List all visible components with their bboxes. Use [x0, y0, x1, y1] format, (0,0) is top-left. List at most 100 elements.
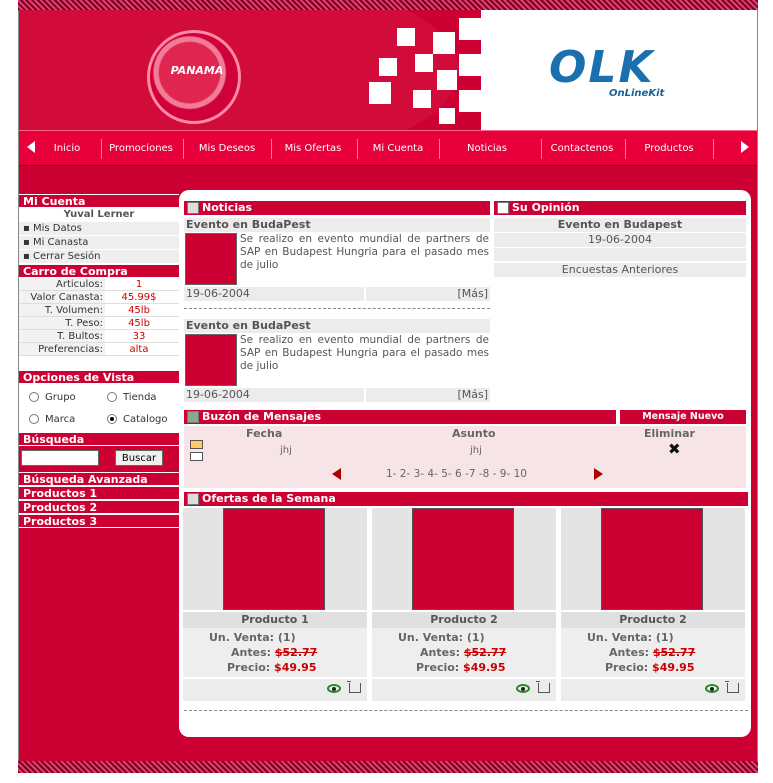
- view-option-marca[interactable]: Marca: [19, 414, 97, 425]
- nav-item-mi-cuenta[interactable]: Mi Cuenta: [359, 141, 437, 157]
- delete-icon[interactable]: ✖: [668, 440, 681, 458]
- previous-surveys-link[interactable]: Encuestas Anteriores: [494, 263, 746, 277]
- newspaper-icon: [187, 202, 199, 214]
- nav-prev-arrow-icon[interactable]: [27, 141, 35, 153]
- nav-item-inicio[interactable]: Inicio: [39, 141, 95, 157]
- bottom-stripe: [18, 761, 758, 773]
- cart-row-valor: Valor Canasta: 45.99$: [19, 291, 179, 304]
- old-price: $52.77: [463, 646, 507, 659]
- decor-square: [459, 54, 481, 76]
- cart-icon[interactable]: [725, 681, 739, 693]
- product-name[interactable]: Producto 2: [372, 612, 556, 628]
- nav-separator: [713, 139, 714, 159]
- nav-item-contactenos[interactable]: Contactenos: [543, 141, 621, 157]
- news-image[interactable]: [185, 334, 237, 386]
- search-section-title: Búsqueda: [19, 432, 179, 446]
- nav-item-mis-deseos[interactable]: Mis Deseos: [185, 141, 269, 157]
- prev-page-arrow-icon[interactable]: [332, 468, 341, 480]
- view-option-grupo[interactable]: Grupo: [19, 392, 97, 403]
- radio-selected-icon[interactable]: [107, 414, 117, 424]
- messages-section-title: Buzón de Mensajes: [184, 410, 616, 424]
- link-productos-2[interactable]: Productos 2: [19, 500, 179, 514]
- cart-section-title: Carro de Compra: [19, 264, 179, 278]
- product-name[interactable]: Producto 1: [183, 612, 367, 628]
- nav-item-mis-ofertas[interactable]: Mis Ofertas: [273, 141, 353, 157]
- decor-square: [379, 58, 397, 76]
- link-productos-1[interactable]: Productos 1: [19, 486, 179, 500]
- message-fecha[interactable]: jhj: [280, 445, 292, 456]
- cart-icon[interactable]: [536, 681, 550, 693]
- nav-item-promociones[interactable]: Promociones: [103, 141, 179, 157]
- link-busqueda-avanzada[interactable]: Búsqueda Avanzada: [19, 472, 179, 486]
- radio-icon[interactable]: [29, 392, 39, 402]
- opinion-headline[interactable]: Evento en Budapest: [494, 218, 746, 232]
- nav-separator: [101, 139, 102, 159]
- view-option-catalogo[interactable]: Catalogo: [97, 414, 179, 425]
- search-button[interactable]: Buscar: [115, 450, 163, 466]
- panama-badge-label: PANAMA: [170, 64, 224, 77]
- product-card: Producto 2 Un. Venta: (1) Antes: $52.77 …: [372, 508, 556, 701]
- news-section-title: Noticias: [184, 201, 490, 215]
- nav-item-productos[interactable]: Productos: [627, 141, 711, 157]
- decor-square: [413, 90, 431, 108]
- opinion-date: 19-06-2004: [494, 233, 746, 247]
- header-banner: PANAMA OLK OnLineKit: [19, 10, 757, 130]
- account-link-mi-canasta[interactable]: ▪ Mi Canasta: [19, 236, 179, 250]
- cart-row-articulos: Articulos: 1: [19, 278, 179, 291]
- cart-icon[interactable]: [347, 681, 361, 693]
- account-link-cerrar-sesion[interactable]: ▪ Cerrar Sesión: [19, 250, 179, 264]
- view-icon[interactable]: [516, 684, 530, 693]
- decor-square: [459, 18, 481, 40]
- decor-square: [437, 70, 457, 90]
- link-productos-3[interactable]: Productos 3: [19, 514, 179, 528]
- catalog-icon: [187, 493, 199, 505]
- user-name: Yuval Lerner: [19, 208, 179, 222]
- radio-icon[interactable]: [29, 414, 39, 424]
- news-more-link[interactable]: [Más]: [366, 388, 490, 402]
- nav-next-arrow-icon[interactable]: [741, 141, 749, 153]
- old-price: $52.77: [274, 646, 318, 659]
- search-input[interactable]: [21, 450, 99, 466]
- view-icon[interactable]: [327, 684, 341, 693]
- product-image[interactable]: [412, 508, 514, 610]
- panama-badge: [147, 30, 241, 124]
- divider: [184, 308, 490, 309]
- view-options-title: Opciones de Vista: [19, 370, 179, 384]
- decor-square: [439, 108, 455, 124]
- main-nav: Inicio Promociones Mis Deseos Mis Oferta…: [19, 130, 757, 166]
- news-headline[interactable]: Evento en BudaPest: [184, 319, 490, 333]
- view-option-tienda[interactable]: Tienda: [97, 392, 179, 403]
- cart-row-peso: T. Peso: 45lb: [19, 317, 179, 330]
- olk-logo[interactable]: OLK: [549, 46, 655, 90]
- product-name[interactable]: Producto 2: [561, 612, 745, 628]
- nav-separator: [183, 139, 184, 159]
- decor-square: [369, 82, 391, 104]
- nav-separator: [271, 139, 272, 159]
- left-sidebar: Mi Cuenta Yuval Lerner ▪ Mis Datos ▪ Mi …: [19, 194, 179, 528]
- pagination[interactable]: 1- 2- 3- 4- 5- 6 -7 -8 - 9- 10: [386, 468, 527, 480]
- news-date: 19-06-2004: [184, 287, 364, 301]
- nav-item-noticias[interactable]: Noticias: [441, 141, 533, 157]
- nav-separator: [625, 139, 626, 159]
- news-more-link[interactable]: [Más]: [366, 287, 490, 301]
- new-message-button[interactable]: Mensaje Nuevo: [620, 410, 746, 424]
- cart-summary: Articulos: 1 Valor Canasta: 45.99$ T. Volu…: [19, 278, 179, 370]
- decor-square: [415, 54, 433, 72]
- news-headline[interactable]: Evento en BudaPest: [184, 218, 490, 232]
- news-image[interactable]: [185, 233, 237, 285]
- next-page-arrow-icon[interactable]: [594, 468, 603, 480]
- radio-icon[interactable]: [107, 392, 117, 402]
- old-price: $52.77: [652, 646, 696, 659]
- envelope-open-icon: [190, 452, 203, 461]
- account-link-mis-datos[interactable]: ▪ Mis Datos: [19, 222, 179, 236]
- decor-square: [459, 90, 481, 112]
- col-asunto[interactable]: Asunto: [452, 427, 496, 440]
- cart-row-volumen: T. Volumen: 45lb: [19, 304, 179, 317]
- col-fecha[interactable]: Fecha: [246, 427, 282, 440]
- product-image[interactable]: [601, 508, 703, 610]
- message-asunto[interactable]: jhj: [470, 445, 482, 456]
- pencil-icon: [497, 202, 509, 214]
- product-image[interactable]: [223, 508, 325, 610]
- view-icon[interactable]: [705, 684, 719, 693]
- col-eliminar[interactable]: Eliminar: [644, 427, 695, 440]
